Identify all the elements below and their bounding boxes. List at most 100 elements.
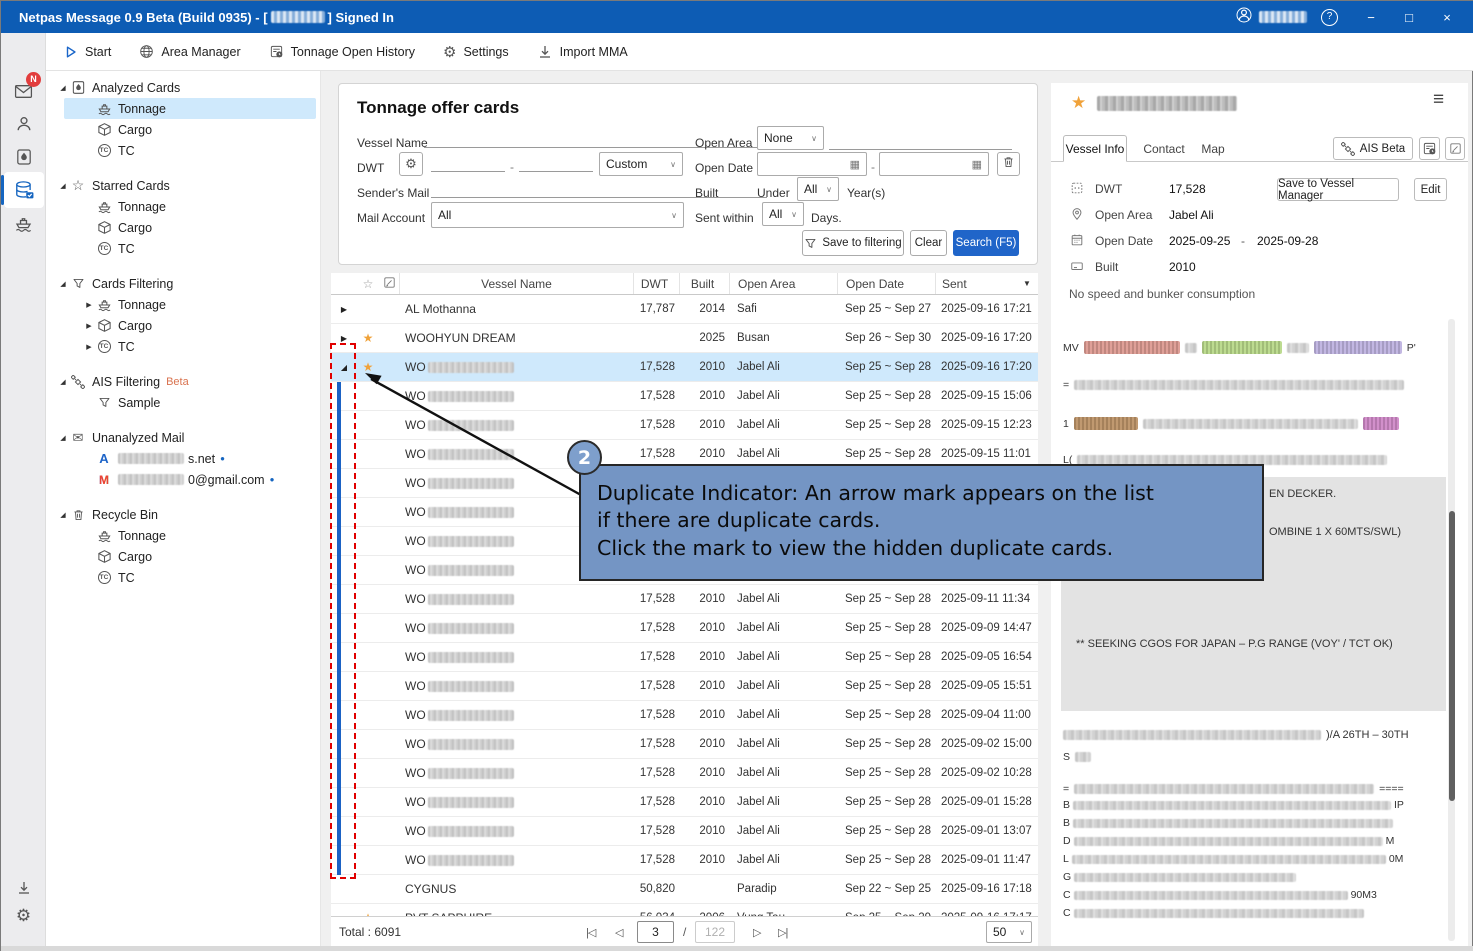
tree-expanded-arrow[interactable]: ◢ bbox=[58, 84, 68, 92]
open-date-from-input[interactable]: ▦ bbox=[757, 152, 867, 176]
open-date-to-input[interactable]: ▦ bbox=[879, 152, 989, 176]
database-rail-button[interactable] bbox=[1, 177, 46, 203]
settings-rail-button[interactable]: ⚙ bbox=[1, 903, 46, 929]
column-header-built[interactable]: Built bbox=[679, 273, 729, 294]
next-page-button[interactable]: ▷ bbox=[753, 917, 760, 947]
dwt-max-input[interactable] bbox=[519, 152, 593, 172]
edit-note-button[interactable] bbox=[1445, 137, 1465, 160]
sidebar-item-mail-account[interactable]: M0@gmail.com● bbox=[46, 469, 320, 490]
star-column-header[interactable]: ☆ bbox=[357, 277, 379, 291]
tree-collapsed-arrow[interactable]: ▶ bbox=[84, 322, 94, 330]
sidebar-item-tonnage[interactable]: Tonnage bbox=[46, 525, 320, 546]
table-row[interactable]: WO17,5282010Jabel AliSep 25 ~ Sep 282025… bbox=[331, 411, 1038, 440]
sidebar-item-ais-filtering[interactable]: ◢AIS FilteringBeta bbox=[46, 371, 320, 392]
sidebar-item-tc[interactable]: ▶TCTC bbox=[46, 336, 320, 357]
save-to-vessel-manager-button[interactable]: Save to Vessel Manager bbox=[1277, 178, 1399, 201]
column-header-open-date[interactable]: Open Date bbox=[837, 273, 935, 294]
toolbar-button-tonnage-open-history[interactable]: Tonnage Open History bbox=[269, 44, 415, 59]
sidebar-item-tc[interactable]: TCTC bbox=[46, 238, 320, 259]
open-date-clear-button[interactable] bbox=[997, 152, 1020, 176]
sidebar-item-tonnage[interactable]: ▶Tonnage bbox=[46, 294, 320, 315]
sidebar-item-cargo[interactable]: Cargo bbox=[46, 217, 320, 238]
sidebar-item-tonnage[interactable]: Tonnage bbox=[46, 98, 320, 119]
star-icon[interactable]: ★ bbox=[1071, 93, 1086, 113]
save-to-filtering-button[interactable]: Save to filtering bbox=[802, 230, 904, 256]
sidebar-item-unanalyzed-mail[interactable]: ◢✉Unanalyzed Mail bbox=[46, 427, 320, 448]
star-cell[interactable]: ★ bbox=[357, 331, 379, 345]
note-column-header[interactable] bbox=[379, 276, 399, 292]
last-page-button[interactable]: ▷| bbox=[778, 917, 787, 947]
tree-expanded-arrow[interactable]: ◢ bbox=[58, 378, 68, 386]
table-row[interactable]: WO17,5282010Jabel AliSep 25 ~ Sep 282025… bbox=[331, 614, 1038, 643]
column-header-vessel-name[interactable]: Vessel Name bbox=[399, 273, 633, 294]
table-row[interactable]: WO17,5282010Jabel AliSep 25 ~ Sep 282025… bbox=[331, 788, 1038, 817]
close-button[interactable]: × bbox=[1428, 1, 1466, 33]
table-row[interactable]: WO17,5282010Jabel AliSep 25 ~ Sep 282025… bbox=[331, 643, 1038, 672]
dwt-settings-button[interactable]: ⚙ bbox=[399, 152, 423, 176]
table-row[interactable]: WO17,5282010Jabel AliSep 25 ~ Sep 282025… bbox=[331, 701, 1038, 730]
expand-duplicates-arrow[interactable]: ▶ bbox=[341, 334, 347, 343]
column-header-open-area[interactable]: Open Area bbox=[729, 273, 837, 294]
column-header-sent[interactable]: Sent bbox=[935, 273, 1023, 294]
tree-expanded-arrow[interactable]: ◢ bbox=[58, 182, 68, 190]
table-row[interactable]: WO17,5282010Jabel AliSep 25 ~ Sep 282025… bbox=[331, 585, 1038, 614]
toolbar-button-area-manager[interactable]: Area Manager bbox=[139, 44, 240, 59]
tab-vessel-info[interactable]: Vessel Info bbox=[1063, 135, 1127, 162]
cards-rail-button[interactable] bbox=[1, 144, 46, 170]
sidebar-item-tonnage[interactable]: Tonnage bbox=[46, 196, 320, 217]
table-row[interactable]: WO17,5282010Jabel AliSep 25 ~ Sep 282025… bbox=[331, 382, 1038, 411]
sidebar-item-cargo[interactable]: Cargo bbox=[46, 546, 320, 567]
sidebar-item-mail-account[interactable]: As.net● bbox=[46, 448, 320, 469]
panel-menu-button[interactable]: ≡ bbox=[1433, 89, 1444, 111]
sidebar-item-cargo[interactable]: Cargo bbox=[46, 119, 320, 140]
table-row[interactable]: ▶★WOOHYUN DREAM2025BusanSep 26 ~ Sep 302… bbox=[331, 324, 1038, 353]
help-button[interactable]: ? bbox=[1321, 9, 1338, 26]
first-page-button[interactable]: |◁ bbox=[586, 917, 595, 947]
tab-contact[interactable]: Contact bbox=[1139, 135, 1189, 162]
table-row[interactable]: ◢★WO17,5282010Jabel AliSep 25 ~ Sep 2820… bbox=[331, 353, 1038, 382]
table-row[interactable]: WO17,5282010Jabel AliSep 25 ~ Sep 282025… bbox=[331, 730, 1038, 759]
contacts-rail-button[interactable] bbox=[1, 111, 46, 137]
tree-collapsed-arrow[interactable]: ▶ bbox=[84, 301, 94, 309]
toolbar-button-import-mma[interactable]: Import MMA bbox=[537, 44, 628, 60]
toolbar-button-settings[interactable]: ⚙Settings bbox=[443, 43, 509, 61]
dwt-preset-select[interactable]: Custom∨ bbox=[599, 152, 683, 176]
table-row[interactable]: WO17,5282010Jabel AliSep 25 ~ Sep 282025… bbox=[331, 759, 1038, 788]
column-header-dwt[interactable]: DWT bbox=[633, 273, 679, 294]
sidebar-item-tc[interactable]: TCTC bbox=[46, 140, 320, 161]
table-row[interactable]: WO17,5282010Jabel AliSep 25 ~ Sep 282025… bbox=[331, 846, 1038, 875]
current-page-input[interactable] bbox=[637, 921, 674, 943]
sidebar-item-cards-filtering[interactable]: ◢Cards Filtering bbox=[46, 273, 320, 294]
search-button[interactable]: Search (F5) bbox=[953, 230, 1019, 256]
tree-expanded-arrow[interactable]: ◢ bbox=[58, 511, 68, 519]
built-years-select[interactable]: All∨ bbox=[797, 177, 839, 201]
dwt-min-input[interactable] bbox=[431, 152, 505, 172]
tonnage-history-button[interactable] bbox=[1419, 137, 1440, 160]
ais-beta-button[interactable]: AIS Beta bbox=[1333, 137, 1413, 160]
sidebar-item-recycle-bin[interactable]: ◢Recycle Bin bbox=[46, 504, 320, 525]
table-row[interactable]: ★PVT SAPPHIRE56,0342006Vung TauSep 25 ~ … bbox=[331, 904, 1038, 916]
table-row[interactable]: ▶AL Mothanna17,7872014SafiSep 25 ~ Sep 2… bbox=[331, 295, 1038, 324]
table-row[interactable]: WO17,5282010Jabel AliSep 25 ~ Sep 282025… bbox=[331, 817, 1038, 846]
mail-account-select[interactable]: All∨ bbox=[431, 202, 684, 228]
prev-page-button[interactable]: ◁ bbox=[615, 917, 622, 947]
panel-scrollbar[interactable] bbox=[1448, 319, 1455, 941]
ship-rail-button[interactable] bbox=[1, 210, 46, 236]
toolbar-button-start[interactable]: Start bbox=[64, 45, 111, 59]
maximize-button[interactable]: □ bbox=[1390, 1, 1428, 33]
clear-button[interactable]: Clear bbox=[910, 230, 947, 256]
sidebar-item-analyzed-cards[interactable]: ◢Analyzed Cards bbox=[46, 77, 320, 98]
column-options-dropdown[interactable]: ▼ bbox=[1023, 279, 1037, 288]
minimize-button[interactable]: − bbox=[1352, 1, 1390, 33]
scrollbar-thumb[interactable] bbox=[1449, 511, 1455, 801]
tree-expanded-arrow[interactable]: ◢ bbox=[58, 434, 68, 442]
edit-button[interactable]: Edit bbox=[1414, 178, 1447, 201]
tree-expanded-arrow[interactable]: ◢ bbox=[58, 280, 68, 288]
download-rail-button[interactable] bbox=[1, 875, 46, 901]
expand-duplicates-arrow[interactable]: ▶ bbox=[341, 305, 347, 314]
tree-collapsed-arrow[interactable]: ▶ bbox=[84, 343, 94, 351]
sidebar-item-starred-cards[interactable]: ◢☆Starred Cards bbox=[46, 175, 320, 196]
sidebar-item-sample[interactable]: Sample bbox=[46, 392, 320, 413]
tab-map[interactable]: Map bbox=[1197, 135, 1229, 162]
sidebar-item-tc[interactable]: TCTC bbox=[46, 567, 320, 588]
